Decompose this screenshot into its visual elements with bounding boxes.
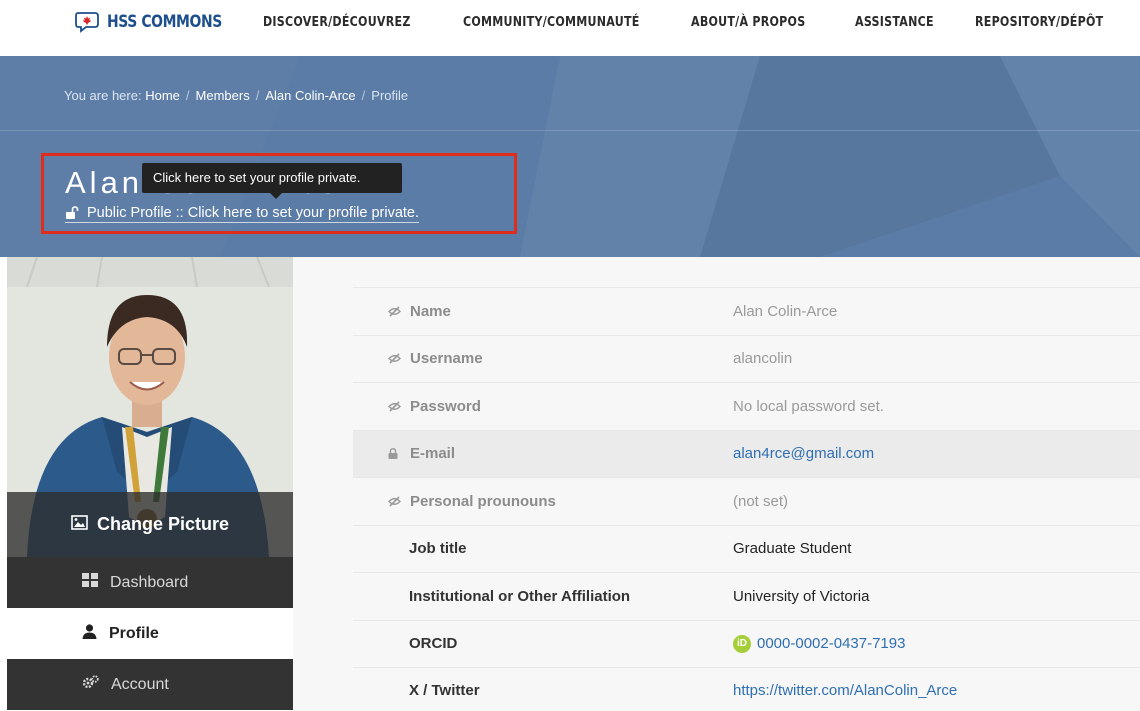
breadcrumb-prefix: You are here:: [64, 88, 142, 103]
sidebar-item-label: Account: [111, 675, 169, 693]
row-label: Password: [410, 397, 481, 415]
table-row[interactable]: X / Twitter https://twitter.com/AlanColi…: [353, 667, 1140, 711]
breadcrumb-current: Profile: [371, 88, 409, 103]
row-label: Job title: [409, 540, 467, 558]
orcid-link[interactable]: 0000-0002-0437-7193: [757, 635, 905, 652]
nav-repository[interactable]: REPOSITORY/DÉPÔT: [975, 14, 1103, 30]
eye-slash-icon: [388, 496, 410, 507]
table-row[interactable]: Personal prounouns (not set): [353, 477, 1140, 525]
profile-header-band: You are here: Home / Members / Alan Colin-Ar…: [0, 56, 1140, 257]
eye-slash-icon: [388, 353, 410, 364]
dashboard-icon: [82, 573, 98, 592]
nav-assistance[interactable]: ASSISTANCE: [855, 14, 934, 30]
change-picture-label: Change Picture: [96, 514, 230, 534]
row-value: No local password set.: [733, 397, 884, 415]
change-picture-button[interactable]: Change Picture: [7, 492, 293, 557]
email-link[interactable]: alan4rce@gmail.com: [733, 445, 874, 462]
image-icon: [71, 514, 88, 535]
eye-slash-icon: [388, 306, 410, 317]
sidebar-item-profile[interactable]: Profile: [7, 608, 293, 659]
row-label: E-mail: [410, 445, 456, 463]
row-label: Username: [410, 350, 483, 368]
sidebar-item-account[interactable]: Account: [7, 659, 293, 710]
row-value: University of Victoria: [733, 587, 870, 605]
top-navigation: HSS COMMONS DISCOVER/DÉCOUVREZ COMMUNITY…: [0, 0, 1140, 56]
chat-bubble-logo-icon: [75, 11, 101, 33]
orcid-icon: iD: [733, 634, 751, 653]
twitter-link[interactable]: https://twitter.com/AlanColin_Arce: [733, 682, 957, 699]
row-label: ORCID: [409, 635, 458, 653]
table-row[interactable]: Job title Graduate Student: [353, 524, 1140, 572]
profile-details-table: Name Alan Colin-Arce Username alancolin …: [353, 287, 1140, 711]
table-row[interactable]: ORCID iD 0000-0002-0437-7193: [353, 619, 1140, 667]
row-label: Name: [410, 302, 451, 320]
table-row[interactable]: Institutional or Other Affiliation Unive…: [353, 572, 1140, 620]
row-value: (not set): [733, 492, 789, 510]
header-divider: [0, 130, 1140, 131]
breadcrumb-home[interactable]: Home: [145, 88, 180, 103]
profile-details-panel: Name Alan Colin-Arce Username alancolin …: [293, 257, 1140, 711]
row-label: X / Twitter: [409, 682, 480, 700]
table-row[interactable]: E-mail alan4rce@gmail.com: [353, 429, 1140, 477]
sidebar-item-label: Profile: [109, 624, 159, 642]
nav-discover[interactable]: DISCOVER/DÉCOUVREZ: [263, 14, 411, 30]
row-label: Institutional or Other Affiliation: [409, 587, 631, 605]
sidebar-item-label: Dashboard: [110, 573, 189, 591]
logo-text: HSS COMMONS: [107, 12, 222, 32]
profile-sidebar-nav: Dashboard Profile Account: [7, 557, 293, 710]
table-row[interactable]: Password No local password set.: [353, 382, 1140, 430]
nav-about[interactable]: ABOUT/À PROPOS: [691, 14, 805, 30]
lock-icon: [388, 448, 410, 460]
user-icon: [82, 623, 97, 644]
row-value: Graduate Student: [733, 540, 852, 558]
breadcrumb: You are here: Home / Members / Alan Colin-Ar…: [64, 88, 409, 103]
row-value: alancolin: [733, 350, 793, 368]
annotation-highlight-box: [41, 153, 517, 234]
eye-slash-icon: [388, 401, 410, 412]
sidebar-item-dashboard[interactable]: Dashboard: [7, 557, 293, 608]
nav-community[interactable]: COMMUNITY/COMMUNAUTÉ: [463, 14, 640, 30]
breadcrumb-member-name[interactable]: Alan Colin-Arce: [265, 88, 355, 103]
site-logo[interactable]: HSS COMMONS: [75, 10, 247, 34]
gears-icon: [82, 675, 99, 694]
table-row[interactable]: Username alancolin: [353, 334, 1140, 382]
row-value: Alan Colin-Arce: [733, 302, 838, 320]
row-label: Personal prounouns: [410, 492, 556, 510]
breadcrumb-members[interactable]: Members: [196, 88, 250, 103]
table-row[interactable]: Name Alan Colin-Arce: [353, 287, 1140, 335]
